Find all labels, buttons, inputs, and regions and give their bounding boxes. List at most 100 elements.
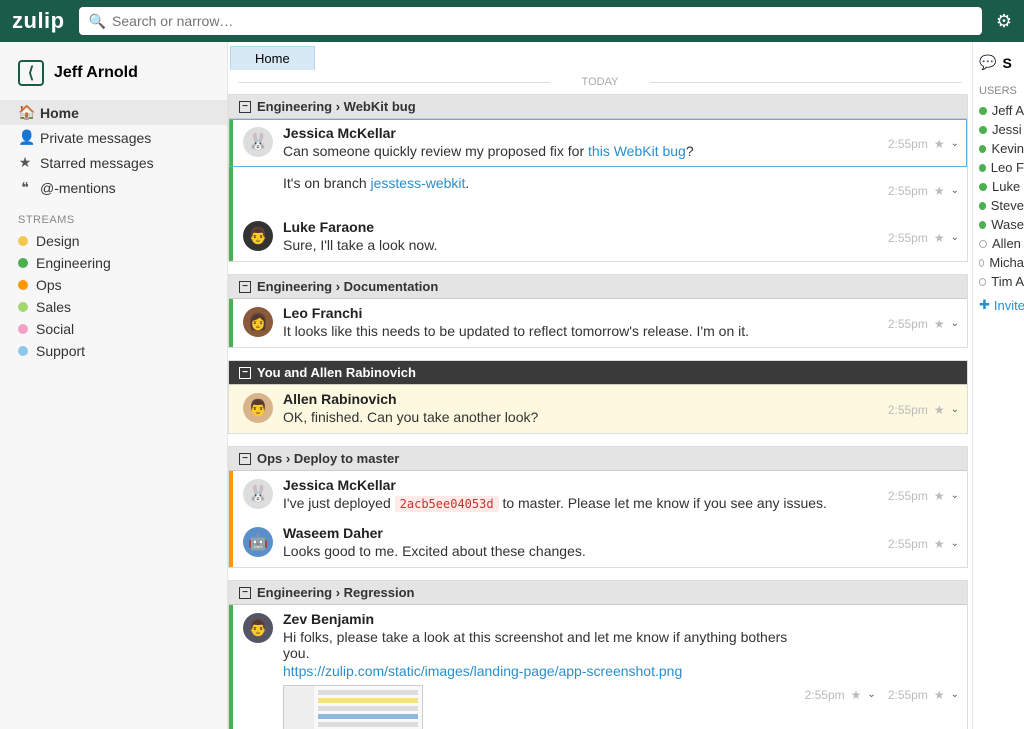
recipient-header[interactable]: −Engineering › Regression xyxy=(229,581,967,605)
star-icon[interactable]: ★ xyxy=(934,489,945,503)
star-icon[interactable]: ★ xyxy=(934,184,945,198)
message-row[interactable]: 👨 Luke Faraone Sure, I'll take a look no… xyxy=(229,213,967,261)
stream-color-dot xyxy=(18,280,28,290)
user-name: Allen xyxy=(992,236,1021,251)
collapse-icon[interactable]: − xyxy=(239,367,251,379)
message-row[interactable]: 🤖 Waseem Daher Looks good to me. Excited… xyxy=(229,519,967,567)
user-name: Wase xyxy=(991,217,1024,232)
search-input[interactable] xyxy=(112,13,972,29)
sender-name: Luke Faraone xyxy=(283,219,888,235)
message-link[interactable]: https://zulip.com/static/images/landing-… xyxy=(283,663,682,679)
stream-name: Social xyxy=(36,321,74,337)
collapse-icon[interactable]: − xyxy=(239,453,251,465)
chevron-down-icon[interactable]: ⌄ xyxy=(951,538,959,549)
presence-dot xyxy=(979,240,987,248)
stream-item[interactable]: Design xyxy=(0,230,227,252)
current-user[interactable]: ⟨ Jeff Arnold xyxy=(0,56,227,100)
message-link[interactable]: jesstess-webkit xyxy=(371,175,466,191)
message-link[interactable]: this WebKit bug xyxy=(588,143,686,159)
collapse-icon[interactable]: − xyxy=(239,101,251,113)
user-presence-row[interactable]: Tim A xyxy=(979,272,1024,291)
right-sidebar: 💬S USERS Jeff AJessiKevinLeo FLukeSteveW… xyxy=(972,42,1024,729)
chevron-down-icon[interactable]: ⌄ xyxy=(951,490,959,501)
top-bar: zulip 🔍 ⚙ xyxy=(0,0,1024,42)
chevron-down-icon[interactable]: ⌄ xyxy=(951,404,959,415)
star-icon[interactable]: ★ xyxy=(934,317,945,331)
recipient-group: −Engineering › Documentation 👩 Leo Franc… xyxy=(228,274,968,348)
chevron-down-icon[interactable]: ⌄ xyxy=(867,689,875,700)
message-row[interactable]: 🐰 Jessica McKellar I've just deployed 2a… xyxy=(229,471,967,519)
message-row[interactable]: 👩 Leo Franchi It looks like this needs t… xyxy=(229,299,967,347)
message-meta: 2:55pm★⌄ xyxy=(888,525,959,559)
chevron-down-icon[interactable]: ⌄ xyxy=(951,689,959,700)
nav-home[interactable]: 🏠Home xyxy=(0,100,227,125)
presence-dot xyxy=(979,126,987,134)
user-presence-row[interactable]: Jessi xyxy=(979,120,1024,139)
chevron-down-icon[interactable]: ⌄ xyxy=(951,185,959,196)
message-row[interactable]: It's on branch jesstess-webkit. 2:55pm★⌄ xyxy=(229,167,967,213)
presence-dot xyxy=(979,107,987,115)
sender-name: Zev Benjamin xyxy=(283,611,805,627)
star-icon[interactable]: ★ xyxy=(851,688,862,702)
user-name: Leo F xyxy=(991,160,1024,175)
message-row[interactable]: 🐰 Jessica McKellar Can someone quickly r… xyxy=(229,119,967,167)
sender-name: Jessica McKellar xyxy=(283,477,888,493)
message-row[interactable]: 👨 Allen Rabinovich OK, finished. Can you… xyxy=(229,385,967,433)
collapse-icon[interactable]: − xyxy=(239,587,251,599)
home-icon: 🏠 xyxy=(18,104,32,121)
presence-dot xyxy=(979,202,986,210)
chevron-down-icon[interactable]: ⌄ xyxy=(951,232,959,243)
search-box[interactable]: 🔍 xyxy=(79,7,982,35)
message-content: OK, finished. Can you take another look? xyxy=(283,409,888,425)
invite-link[interactable]: ✚Invite xyxy=(979,291,1024,313)
recipient-header[interactable]: −Engineering › Documentation xyxy=(229,275,967,299)
stream-item[interactable]: Social xyxy=(0,318,227,340)
image-thumbnail[interactable] xyxy=(283,685,423,729)
stream-color-dot xyxy=(18,302,28,312)
recipient-header[interactable]: −Ops › Deploy to master xyxy=(229,447,967,471)
tab-home[interactable]: Home xyxy=(230,46,315,70)
message-content: Looks good to me. Excited about these ch… xyxy=(283,543,888,559)
current-user-name: Jeff Arnold xyxy=(54,64,138,82)
stream-name: Sales xyxy=(36,299,71,315)
user-presence-row[interactable]: Wase xyxy=(979,215,1024,234)
star-icon[interactable]: ★ xyxy=(934,231,945,245)
stream-item[interactable]: Support xyxy=(0,340,227,362)
user-presence-row[interactable]: Leo F xyxy=(979,158,1024,177)
star-icon[interactable]: ★ xyxy=(934,537,945,551)
user-presence-row[interactable]: Kevin xyxy=(979,139,1024,158)
star-icon[interactable]: ★ xyxy=(934,403,945,417)
message-row[interactable]: 👨 Zev Benjamin Hi folks, please take a l… xyxy=(229,605,967,729)
chevron-down-icon[interactable]: ⌄ xyxy=(951,138,959,149)
user-presence-row[interactable]: Micha xyxy=(979,253,1024,272)
recipient-header[interactable]: −Engineering › WebKit bug xyxy=(229,95,967,119)
stream-name: Engineering xyxy=(36,255,111,271)
stream-name: Design xyxy=(36,233,80,249)
day-separator: TODAY xyxy=(228,70,972,94)
star-icon[interactable]: ★ xyxy=(934,688,945,702)
message-meta: 2:55pm★⌄ xyxy=(888,477,959,511)
stream-item[interactable]: Sales xyxy=(0,296,227,318)
collapse-icon[interactable]: − xyxy=(239,281,251,293)
stream-color-dot xyxy=(18,258,28,268)
commit-hash: 2acb5ee04053d xyxy=(395,496,499,512)
tab-bar: Home xyxy=(228,42,972,70)
nav-mentions[interactable]: ❝@-mentions xyxy=(0,175,227,200)
gear-icon[interactable]: ⚙ xyxy=(996,11,1012,32)
nav-starred[interactable]: ★Starred messages xyxy=(0,150,227,175)
user-presence-row[interactable]: Jeff A xyxy=(979,101,1024,120)
user-name: Luke xyxy=(992,179,1020,194)
user-presence-row[interactable]: Steve xyxy=(979,196,1024,215)
compose-button[interactable]: 💬S xyxy=(979,50,1024,81)
stream-item[interactable]: Engineering xyxy=(0,252,227,274)
stream-item[interactable]: Ops xyxy=(0,274,227,296)
user-name: Jessi xyxy=(992,122,1022,137)
user-presence-row[interactable]: Allen xyxy=(979,234,1024,253)
star-icon[interactable]: ★ xyxy=(934,137,945,151)
nav-private-messages[interactable]: 👤Private messages xyxy=(0,125,227,150)
presence-dot xyxy=(979,145,986,153)
user-presence-row[interactable]: Luke xyxy=(979,177,1024,196)
chevron-down-icon[interactable]: ⌄ xyxy=(951,318,959,329)
recipient-header[interactable]: −You and Allen Rabinovich xyxy=(229,361,967,385)
sender-name: Leo Franchi xyxy=(283,305,888,321)
